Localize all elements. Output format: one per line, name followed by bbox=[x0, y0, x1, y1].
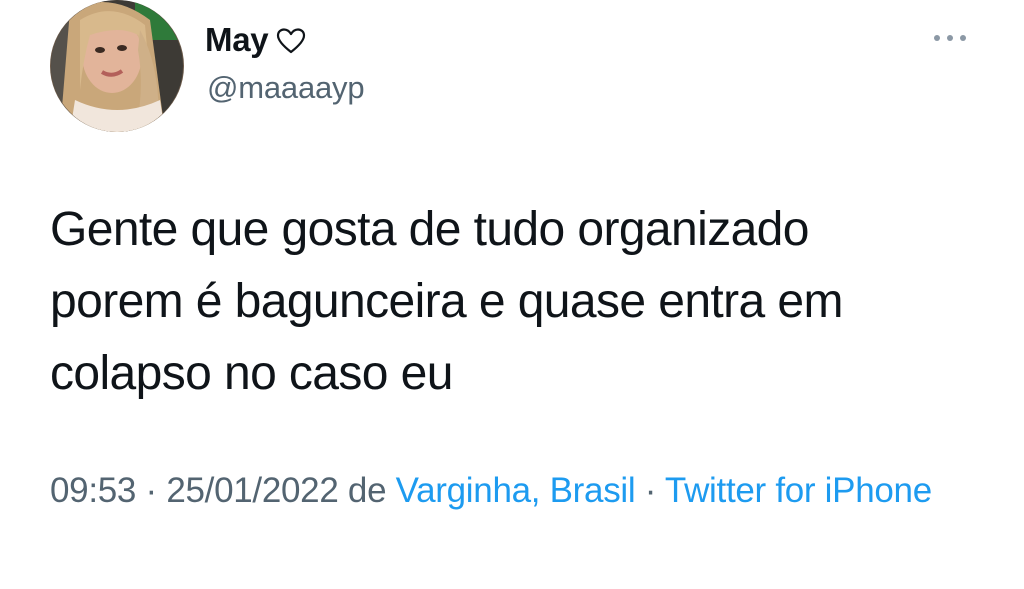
more-options-button[interactable] bbox=[928, 28, 972, 48]
location-prefix: de bbox=[338, 471, 396, 510]
user-handle[interactable]: @maaaayp bbox=[207, 70, 365, 106]
avatar-photo bbox=[51, 0, 183, 132]
more-horizontal-icon bbox=[934, 35, 966, 41]
user-name-row: May bbox=[205, 18, 306, 62]
avatar[interactable] bbox=[50, 0, 184, 132]
display-name[interactable]: May bbox=[205, 21, 269, 59]
tweet-metadata: 09:53 · 25/01/2022 de Varginha, Brasil ·… bbox=[50, 465, 1000, 517]
tweet-time[interactable]: 09:53 bbox=[50, 471, 136, 510]
source-link[interactable]: Twitter for iPhone bbox=[665, 471, 932, 510]
meta-separator: · bbox=[136, 471, 167, 510]
tweet-card: May @maaaayp Gente que gosta de tudo org… bbox=[0, 0, 1024, 589]
location-link[interactable]: Varginha, Brasil bbox=[396, 471, 636, 510]
tweet-date[interactable]: 25/01/2022 bbox=[166, 471, 338, 510]
meta-separator: · bbox=[635, 471, 665, 510]
heart-outline-icon bbox=[276, 27, 306, 55]
tweet-text: Gente que gosta de tudo organizado porem… bbox=[50, 203, 843, 400]
